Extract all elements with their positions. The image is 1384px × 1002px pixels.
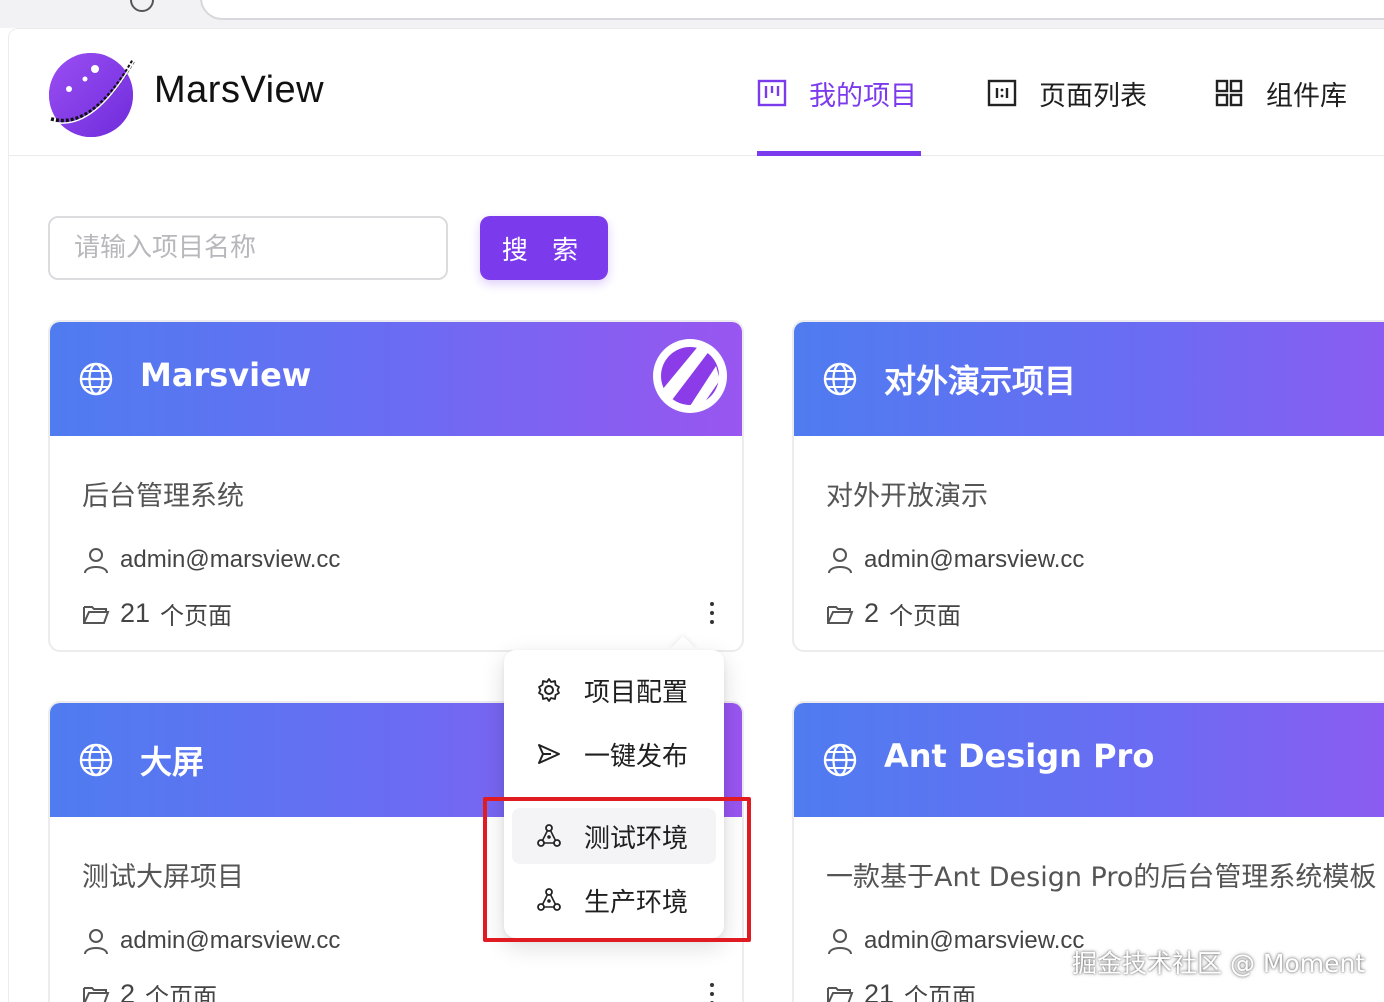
project-logo-icon [653,339,727,413]
nav-item-my-projects[interactable]: 我的项目 [757,73,917,113]
page-count-unit: 个页面 [904,983,977,1002]
page-count-unit: 个页面 [160,602,233,630]
menu-item-label: 一键发布 [584,741,689,772]
globe-icon [79,743,113,777]
owner-email: admin@marsview.cc [120,546,341,573]
browser-reload-icon[interactable] [130,0,154,12]
project-description: 后台管理系统 [82,481,244,512]
folder-icon [82,981,110,1002]
owner-email: admin@marsview.cc [864,546,1085,573]
project-page-count: 2 个页面 [82,977,217,1002]
search-input[interactable] [48,216,448,280]
gear-icon [536,677,562,703]
project-page-count: 21 个页面 [826,977,976,1002]
project-owner: admin@marsview.cc [82,546,340,574]
user-icon [826,927,854,955]
screen: MarsView 我的项目 页面列表 组件库 请输入项目名称 搜 索 Marsv… [0,0,1384,1002]
app-header: MarsView 我的项目 页面列表 组件库 [9,29,1384,156]
menu-item-label: 项目配置 [584,677,689,708]
annotation-highlight-box [483,797,751,942]
menu-item-one-click-publish[interactable]: 一键发布 [512,726,716,782]
more-actions-icon[interactable] [700,598,724,628]
project-title: Ant Design Pro [884,737,1155,775]
nav-label: 组件库 [1266,80,1347,112]
project-title: Marsview [140,356,312,394]
project-card[interactable]: Marsview 后台管理系统 admin@marsview.cc 21 个页面 [48,320,744,652]
folder-icon [82,600,110,628]
send-icon [536,741,562,767]
browser-address-bar[interactable] [200,0,1384,20]
project-description: 测试大屏项目 [82,862,244,893]
project-card-header: Ant Design Pro [794,703,1384,817]
page-list-icon [987,78,1017,108]
globe-icon [823,362,857,396]
page-count-unit: 个页面 [889,602,962,630]
project-title: 大屏 [140,743,205,781]
project-page-count: 2 个页面 [826,596,961,631]
dropdown-arrow [669,636,697,650]
project-card[interactable]: 对外演示项目 对外开放演示 admin@marsview.cc 2 个页面 [792,320,1384,652]
nav-label: 页面列表 [1039,80,1147,112]
brand-name: MarsView [154,69,325,111]
user-icon [826,546,854,574]
user-icon [82,546,110,574]
nav-item-page-list[interactable]: 页面列表 [987,73,1147,113]
search-button[interactable]: 搜 索 [480,216,608,280]
project-description: 对外开放演示 [826,481,988,512]
project-owner: admin@marsview.cc [826,546,1084,574]
project-title: 对外演示项目 [884,362,1077,400]
project-owner: admin@marsview.cc [826,927,1084,955]
menu-item-project-settings[interactable]: 项目配置 [512,662,716,718]
marsview-logo [48,53,136,137]
project-board-icon [757,78,787,108]
page-count-number: 2 [120,979,136,1002]
page-count-number: 21 [120,598,151,628]
page-count-number: 2 [864,598,880,628]
more-actions-icon[interactable] [700,979,724,1002]
folder-icon [826,600,854,628]
project-card-header: Marsview [50,322,742,436]
globe-icon [823,743,857,777]
page-count-number: 21 [864,979,895,1002]
owner-email: admin@marsview.cc [864,927,1085,954]
project-card-header: 对外演示项目 [794,322,1384,436]
user-icon [82,927,110,955]
watermark: 掘金技术社区 @ Moment [1072,949,1366,978]
project-page-count: 21 个页面 [82,596,232,631]
globe-icon [79,362,113,396]
folder-icon [826,981,854,1002]
page-count-unit: 个页面 [145,983,218,1002]
owner-email: admin@marsview.cc [120,927,341,954]
project-owner: admin@marsview.cc [82,927,340,955]
nav-item-components[interactable]: 组件库 [1214,73,1347,113]
component-grid-icon [1214,78,1244,108]
browser-toolbar [0,0,1384,28]
nav-active-indicator [757,151,921,156]
project-description: 一款基于Ant Design Pro的后台管理系统模板 [826,862,1377,893]
nav-label: 我的项目 [809,80,917,112]
